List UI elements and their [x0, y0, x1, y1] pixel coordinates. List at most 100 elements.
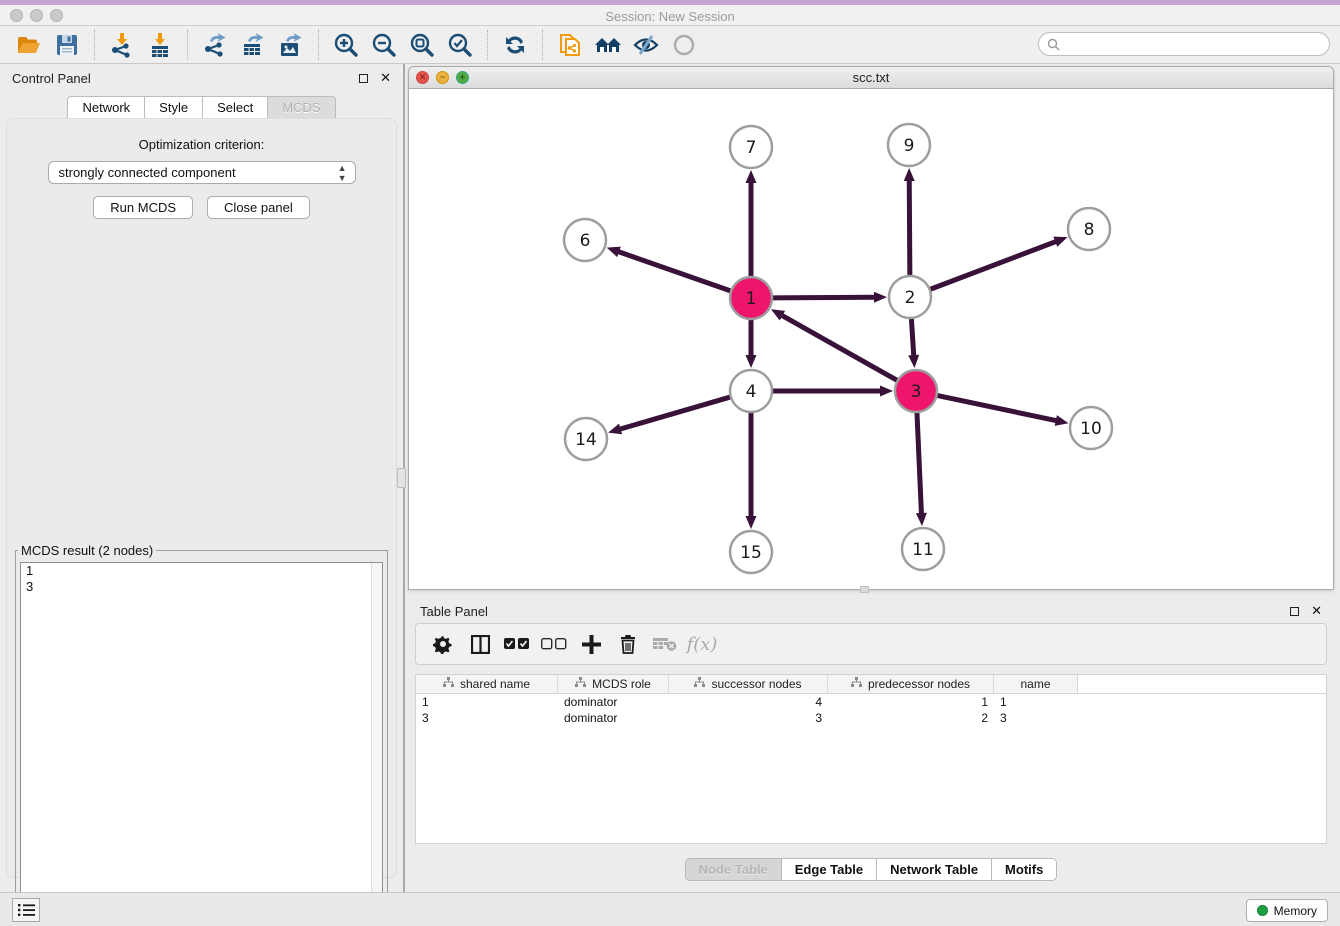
clone-network-icon[interactable]	[554, 30, 586, 60]
run-mcds-button[interactable]: Run MCDS	[93, 196, 193, 219]
close-panel-icon[interactable]: ✕	[380, 70, 391, 86]
arrowhead-icon	[746, 516, 757, 529]
column-header-shared-name[interactable]: shared name	[416, 675, 558, 693]
zoom-fit-icon[interactable]	[406, 30, 438, 60]
splitter-grip[interactable]	[397, 468, 406, 488]
table-cell[interactable]: 4	[669, 694, 828, 710]
network-canvas[interactable]: 7 9 6 8 1 2 4 3 14 10 15 11	[409, 89, 1333, 589]
memory-status-icon	[1257, 905, 1268, 916]
function-icon: f(x)	[687, 629, 717, 659]
tab-edge-table[interactable]: Edge Table	[782, 858, 877, 881]
tab-select[interactable]: Select	[203, 96, 268, 119]
gear-icon[interactable]	[428, 629, 458, 659]
table-row[interactable]: 3dominator323	[416, 710, 1326, 726]
folder-open-icon[interactable]	[13, 30, 45, 60]
edge-3-10[interactable]	[935, 395, 1058, 421]
mcds-result-title: MCDS result (2 nodes)	[18, 543, 156, 558]
search-input[interactable]	[1065, 37, 1329, 51]
table-row[interactable]: 1dominator411	[416, 694, 1326, 710]
table-cell[interactable]: dominator	[558, 710, 669, 726]
column-header-MCDS-role[interactable]: MCDS role	[558, 675, 669, 693]
table-cell[interactable]: 1	[416, 694, 558, 710]
column-header-label: name	[1020, 677, 1050, 691]
eye-slash-icon[interactable]	[630, 30, 662, 60]
table-cell[interactable]: 3	[994, 710, 1078, 726]
zoom-selected-icon[interactable]	[444, 30, 476, 60]
close-panel-button[interactable]: Close panel	[207, 196, 310, 219]
node-table[interactable]: shared nameMCDS rolesuccessor nodesprede…	[415, 674, 1327, 844]
refresh-icon[interactable]	[499, 30, 531, 60]
float-table-panel-icon[interactable]	[1290, 607, 1299, 616]
graph-node-7[interactable]: 7	[730, 126, 772, 168]
graph-node-11[interactable]: 11	[902, 528, 944, 570]
zoom-in-icon[interactable]	[330, 30, 362, 60]
table-cell[interactable]: 3	[669, 710, 828, 726]
graph-node-9[interactable]: 9	[888, 124, 930, 166]
table-cell[interactable]: 1	[994, 694, 1078, 710]
edge-1-6[interactable]	[617, 251, 733, 292]
svg-text:10: 10	[1080, 419, 1102, 439]
column-header-predecessor-nodes[interactable]: predecessor nodes	[828, 675, 994, 693]
horizontal-splitter-grip[interactable]	[860, 586, 869, 593]
zoom-out-icon[interactable]	[368, 30, 400, 60]
edge-2-8[interactable]	[928, 241, 1057, 290]
tab-node-table[interactable]: Node Table	[685, 858, 782, 881]
memory-button[interactable]: Memory	[1246, 899, 1328, 922]
graph-node-4[interactable]: 4	[730, 370, 772, 412]
import-network-icon[interactable]	[106, 30, 138, 60]
graph-node-10[interactable]: 10	[1070, 407, 1112, 449]
network-window-titlebar[interactable]: ✕ − + scc.txt	[409, 67, 1333, 89]
search-field[interactable]	[1038, 32, 1330, 56]
plus-icon[interactable]	[576, 629, 606, 659]
trash-icon[interactable]	[613, 629, 643, 659]
export-table-icon[interactable]	[237, 30, 269, 60]
graph-node-8[interactable]: 8	[1068, 208, 1110, 250]
graph-node-1[interactable]: 1	[730, 277, 772, 319]
tab-mcds[interactable]: MCDS	[268, 96, 335, 119]
table-cell[interactable]: dominator	[558, 694, 669, 710]
tab-style[interactable]: Style	[145, 96, 203, 119]
checked-boxes-icon[interactable]	[502, 629, 532, 659]
result-scrollbar[interactable]	[371, 563, 382, 915]
control-panel-title: Control Panel	[12, 71, 91, 86]
task-history-button[interactable]	[12, 898, 40, 922]
arrowhead-icon	[904, 168, 915, 181]
save-icon[interactable]	[51, 30, 83, 60]
column-header-successor-nodes[interactable]: successor nodes	[669, 675, 828, 693]
result-line: 1	[21, 563, 382, 579]
edge-1-2[interactable]	[770, 297, 876, 298]
column-header-name[interactable]: name	[994, 675, 1078, 693]
eye-icon[interactable]	[668, 30, 700, 60]
edge-2-3[interactable]	[911, 316, 914, 357]
arrowhead-icon	[880, 386, 893, 397]
tab-network-table[interactable]: Network Table	[877, 858, 992, 881]
table-tabs: Node TableEdge TableNetwork TableMotifs	[408, 858, 1334, 881]
table-cell[interactable]: 2	[828, 710, 994, 726]
export-image-icon[interactable]	[275, 30, 307, 60]
import-table-icon[interactable]	[144, 30, 176, 60]
unchecked-boxes-icon[interactable]	[539, 629, 569, 659]
arrowhead-icon	[746, 355, 757, 368]
criterion-value: strongly connected component	[59, 165, 236, 180]
edge-4-14[interactable]	[619, 396, 733, 429]
tab-motifs[interactable]: Motifs	[992, 858, 1057, 881]
graph-node-15[interactable]: 15	[730, 531, 772, 573]
toolbar-separator	[318, 30, 319, 60]
graph-node-6[interactable]: 6	[564, 219, 606, 261]
edge-2-9[interactable]	[909, 179, 910, 278]
close-table-panel-icon[interactable]: ✕	[1311, 603, 1322, 619]
table-cell[interactable]: 3	[416, 710, 558, 726]
graph-node-14[interactable]: 14	[565, 418, 607, 460]
houses-icon[interactable]	[592, 30, 624, 60]
tab-network[interactable]: Network	[67, 96, 145, 119]
mcds-result-textarea[interactable]: 13	[20, 562, 383, 916]
edge-3-1[interactable]	[781, 315, 900, 382]
graph-node-3[interactable]: 3	[895, 370, 937, 412]
criterion-dropdown[interactable]: strongly connected component ▲▼	[48, 161, 356, 184]
edge-3-11[interactable]	[917, 410, 922, 515]
graph-node-2[interactable]: 2	[889, 276, 931, 318]
float-panel-icon[interactable]	[359, 74, 368, 83]
table-cell[interactable]: 1	[828, 694, 994, 710]
export-network-icon[interactable]	[199, 30, 231, 60]
split-column-icon[interactable]	[465, 629, 495, 659]
